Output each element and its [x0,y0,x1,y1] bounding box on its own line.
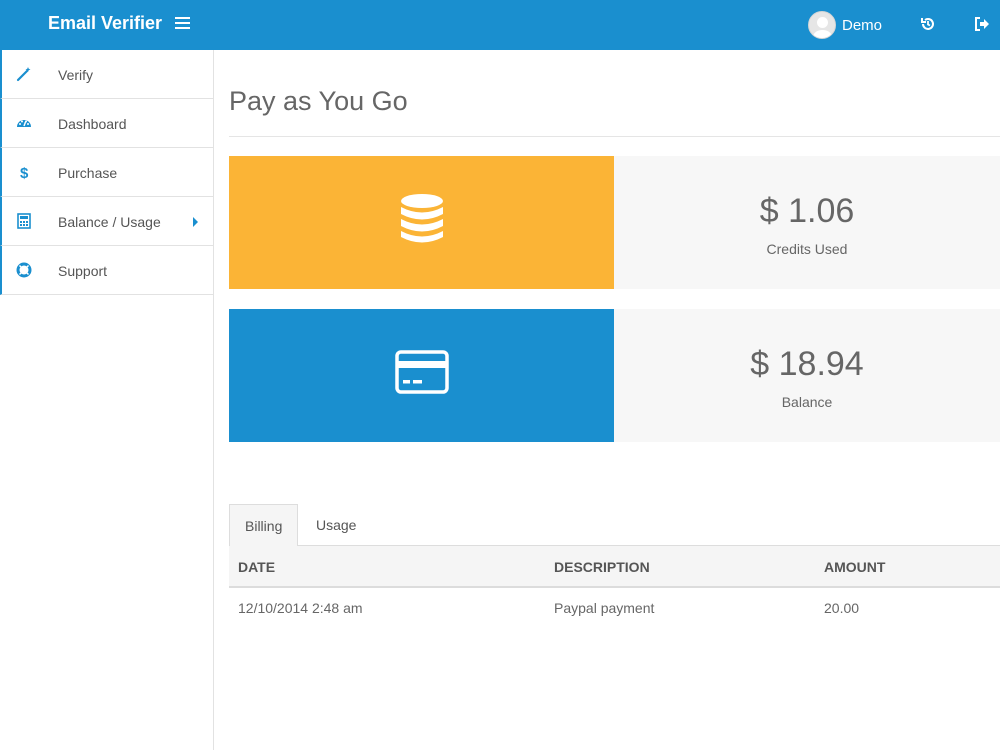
billing-table: DATE DESCRIPTION AMOUNT [229,546,1000,588]
user-name: Demo [842,16,883,34]
column-header-amount[interactable]: AMOUNT [824,559,885,575]
credit-card-icon [395,350,449,394]
life-ring-icon [16,262,32,278]
balance-card: $ 18.94 Balance [229,309,1000,442]
sidebar-item-balance-usage[interactable]: Balance / Usage [0,197,213,246]
sidebar-item-label: Support [58,263,108,279]
sidebar-item-label: Verify [58,67,94,83]
sidebar-item-support[interactable]: Support [0,246,213,295]
page-title: Pay as You Go [229,86,408,116]
history-icon[interactable] [920,16,936,32]
table-cell-description: Paypal payment [554,600,655,616]
tab-bar: Billing Usage [229,504,1000,547]
credits-used-label: Credits Used [766,241,848,257]
magic-wand-icon [16,66,32,82]
top-navbar: Email Verifier Demo [0,0,1000,50]
table-cell-date: 12/10/2014 2:48 am [238,600,363,616]
balance-value-panel: $ 18.94 Balance [614,309,1000,442]
credits-used-value: $ 1.06 [759,192,855,230]
balance-icon-panel [229,309,614,442]
calculator-icon [16,213,32,229]
dashboard-gauge-icon [16,115,32,131]
user-menu[interactable]: Demo [808,11,882,39]
credits-icon-panel [229,156,614,289]
sidebar: Verify Dashboard $ Purchase Balance / Us… [0,50,214,750]
column-header-description[interactable]: DESCRIPTION [554,559,650,575]
database-icon [401,194,443,243]
sidebar-item-purchase[interactable]: $ Purchase [0,148,213,197]
logout-icon[interactable] [974,16,990,32]
tab-billing[interactable]: Billing [229,504,299,547]
avatar [808,11,836,39]
dollar-icon: $ [16,164,32,182]
table-header: DATE DESCRIPTION AMOUNT [229,546,1000,588]
credits-used-card: $ 1.06 Credits Used [229,156,1000,289]
svg-text:$: $ [20,165,29,180]
sidebar-item-verify[interactable]: Verify [0,50,213,99]
balance-label: Balance [781,394,833,410]
title-divider [229,136,1000,137]
sidebar-item-label: Purchase [58,165,118,181]
column-header-date[interactable]: DATE [238,559,275,575]
sidebar-item-dashboard[interactable]: Dashboard [0,99,213,148]
menu-toggle-icon[interactable] [175,17,190,30]
app-brand[interactable]: Email Verifier [48,13,162,34]
caret-right-icon [193,217,198,227]
sidebar-item-label: Dashboard [58,116,127,132]
sidebar-item-label: Balance / Usage [58,214,161,230]
table-cell-amount: 20.00 [824,600,860,616]
balance-value: $ 18.94 [750,345,864,383]
credits-value-panel: $ 1.06 Credits Used [614,156,1000,289]
tab-usage[interactable]: Usage [301,504,371,546]
